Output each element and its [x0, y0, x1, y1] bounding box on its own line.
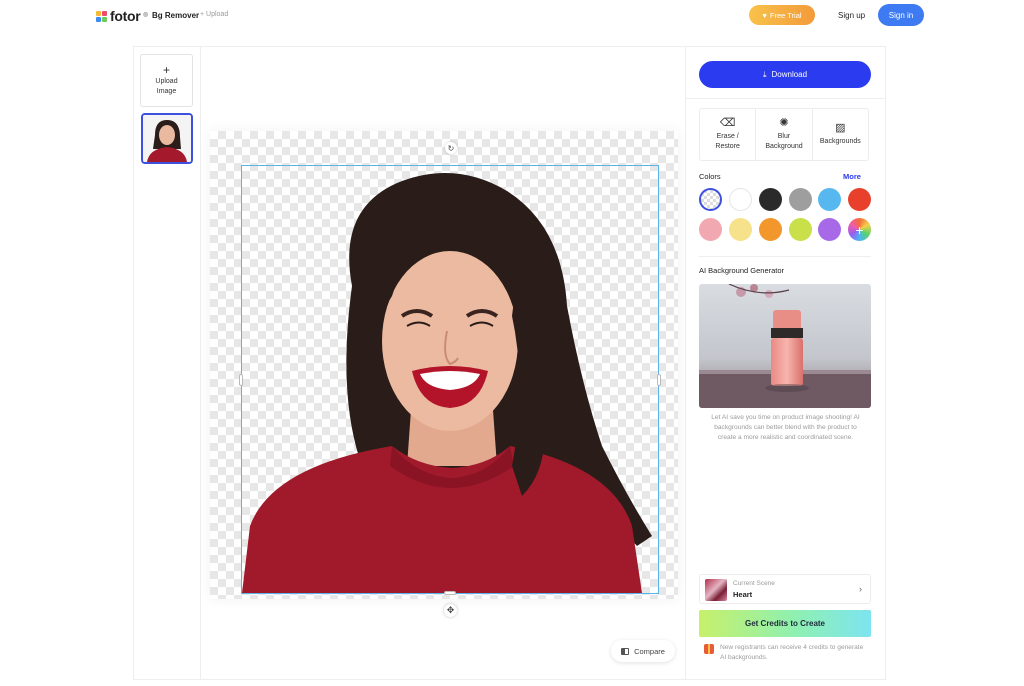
backgrounds-icon: ▨ [835, 122, 846, 134]
color-swatch-red[interactable] [848, 188, 871, 211]
move-icon[interactable]: ✥ [444, 604, 457, 617]
plus-icon: + [162, 62, 170, 77]
logo-registered: ® [143, 13, 148, 19]
resize-handle-bottom[interactable] [444, 591, 456, 595]
ai-background-heading: AI Background Generator [699, 266, 785, 275]
colors-more-link[interactable]: More [843, 172, 861, 181]
color-swatch-transparent[interactable] [699, 188, 722, 211]
fotor-logo[interactable]: fotor ® [96, 8, 148, 24]
color-swatch-white[interactable] [729, 188, 752, 211]
upload-image-button[interactable]: + Upload Image [140, 54, 193, 107]
upload-label-line2: Image [156, 87, 177, 95]
upload-link[interactable]: + Upload [200, 11, 228, 18]
rotate-icon[interactable]: ↻ [445, 142, 457, 154]
blur-background-tool[interactable]: ✺ Blur Background [756, 109, 813, 160]
scene-thumbnail [705, 579, 727, 601]
panel-divider [699, 256, 871, 257]
upload-label-line1: Upload [155, 77, 178, 85]
sign-up-link[interactable]: Sign up [838, 11, 865, 20]
color-swatch-black[interactable] [759, 188, 782, 211]
ai-background-description: Let AI save you time on product image sh… [711, 414, 860, 441]
download-label: Download [771, 70, 808, 79]
tool-label: Erase / [716, 133, 739, 140]
selection-bounding-box[interactable] [241, 165, 659, 594]
color-swatch-blue[interactable] [818, 188, 841, 211]
download-button[interactable]: ⤓ Download [699, 61, 871, 88]
tool-label: Blur [777, 133, 791, 140]
compare-button[interactable]: Compare [611, 640, 675, 662]
current-scene-selector[interactable]: Current Scene Heart › [699, 574, 871, 604]
color-swatch-gray[interactable] [789, 188, 812, 211]
custom-color-plus-icon[interactable]: + [848, 218, 871, 241]
get-credits-button[interactable]: Get Credits to Create [699, 610, 871, 637]
color-swatch-pink[interactable] [699, 218, 722, 241]
image-thumbnail[interactable] [141, 113, 193, 164]
erase-restore-tool[interactable]: ⌫ Erase / Restore [700, 109, 757, 160]
tool-title: Bg Remover [152, 11, 200, 20]
free-trial-button[interactable]: ♥ Free Trial [749, 5, 815, 25]
free-trial-label: Free Trial [769, 10, 802, 20]
tool-label: Restore [715, 143, 740, 150]
backgrounds-tool[interactable]: ▨ Backgrounds [813, 109, 868, 160]
panel-divider [686, 98, 885, 99]
heart-icon: ♥ [762, 10, 767, 20]
fotor-logo-icon [96, 10, 107, 22]
compare-label: Compare [634, 646, 665, 656]
chevron-right-icon: › [859, 584, 862, 594]
tool-label: Backgrounds [819, 138, 861, 145]
ai-background-preview-image[interactable] [699, 284, 871, 408]
credits-note: New registrants can receive 4 credits to… [720, 644, 864, 661]
scene-label: Current Scene [733, 580, 775, 587]
color-swatch-yellow[interactable] [729, 218, 752, 241]
blur-icon: ✺ [779, 117, 789, 129]
gift-icon [704, 644, 714, 654]
download-icon: ⤓ [762, 69, 767, 79]
top-bar: fotor ® Bg Remover + Upload ♥ Free Trial … [0, 0, 1024, 32]
tool-label: Background [765, 143, 803, 150]
sign-in-button[interactable]: Sign in [878, 4, 924, 26]
colors-heading: Colors [699, 172, 721, 181]
portrait-thumbnail-image [143, 115, 191, 162]
resize-handle-left[interactable] [239, 374, 243, 386]
color-swatch-purple[interactable] [818, 218, 841, 241]
resize-handle-right[interactable] [657, 374, 661, 386]
compare-icon [621, 647, 630, 655]
lipstick-product-scene [699, 284, 871, 408]
edit-tools: ⌫ Erase / Restore ✺ Blur Background ▨ Ba… [699, 108, 869, 161]
scene-name: Heart [733, 590, 753, 599]
color-swatch-lime[interactable] [789, 218, 812, 241]
eraser-icon: ⌫ [719, 117, 736, 129]
color-swatch-orange[interactable] [759, 218, 782, 241]
logo-text: fotor [110, 8, 141, 24]
